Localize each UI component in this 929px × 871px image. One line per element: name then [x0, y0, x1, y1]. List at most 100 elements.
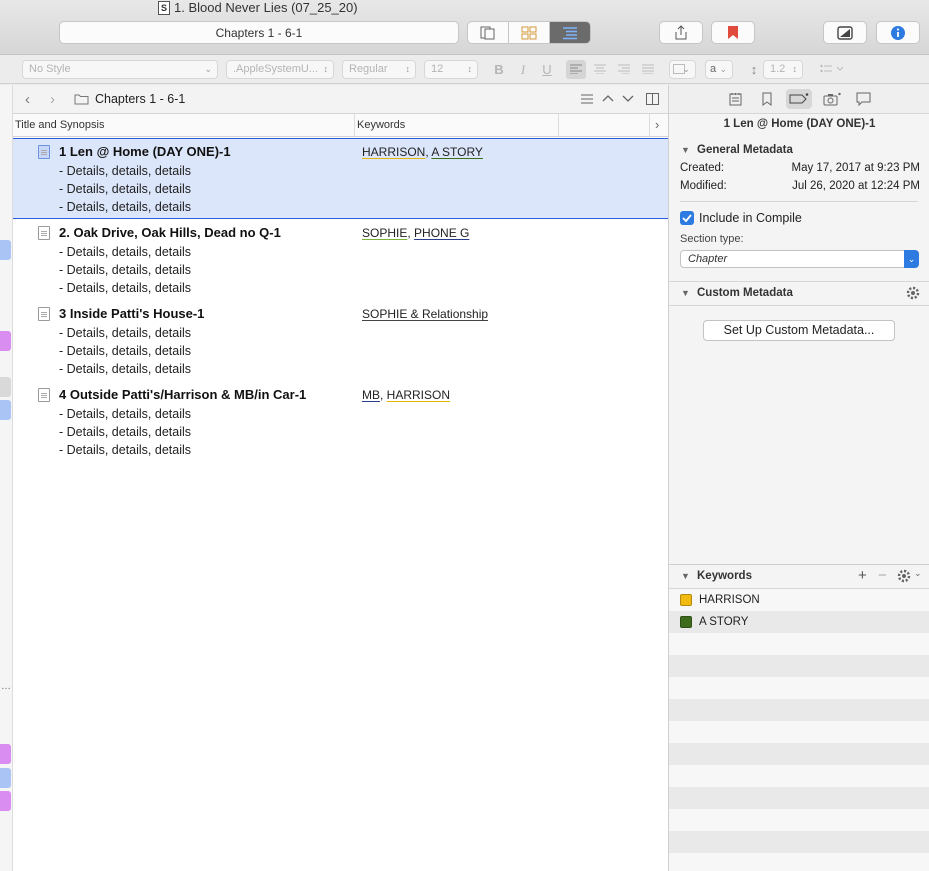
- column-divider[interactable]: [558, 114, 559, 136]
- column-title-synopsis[interactable]: Title and Synopsis: [15, 119, 104, 131]
- font-family-popup[interactable]: .AppleSystemU... ↕: [226, 60, 334, 79]
- italic-button[interactable]: I: [513, 60, 533, 79]
- keyword-tag[interactable]: HARRISON: [387, 388, 450, 402]
- row-keywords: MB, HARRISON: [362, 388, 451, 402]
- keyword-label: A STORY: [699, 616, 749, 628]
- camera-icon: [823, 92, 841, 106]
- tab-snapshots[interactable]: [819, 89, 845, 109]
- row-synopsis-line: - Details, details, details: [59, 443, 192, 457]
- chevron-up-icon[interactable]: [602, 94, 614, 102]
- keywords-header[interactable]: ▼ Keywords + − ⌄: [669, 565, 929, 587]
- align-justify-button[interactable]: [638, 60, 658, 79]
- label-mark: [0, 400, 11, 420]
- menu-icon[interactable]: [581, 94, 593, 104]
- align-center-button[interactable]: [590, 60, 610, 79]
- line-spacing-popup[interactable]: 1.2 ↕: [763, 60, 803, 79]
- label-mark: [0, 377, 11, 397]
- align-left-icon: [570, 64, 582, 75]
- keyword-empty-row: [669, 677, 929, 699]
- font-weight-popup[interactable]: Regular ↕: [342, 60, 416, 79]
- style-popup[interactable]: No Style ⌄: [22, 60, 218, 79]
- chevron-down-icon: ⌄: [719, 64, 727, 74]
- gear-icon[interactable]: [906, 286, 920, 300]
- gear-icon[interactable]: [897, 569, 911, 583]
- editor-header-title[interactable]: Chapters 1 - 6-1: [95, 92, 185, 106]
- keyword-list-item[interactable]: A STORY: [669, 611, 929, 633]
- outliner-editor: ‹ › Chapters 1 - 6-1 Title and Synopsis …: [13, 85, 668, 871]
- window-toolbar: S 1. Blood Never Lies (07_25_20) Chapter…: [0, 0, 929, 55]
- disclosure-triangle-icon[interactable]: ▼: [681, 288, 690, 298]
- custom-metadata-header[interactable]: ▼ Custom Metadata: [669, 283, 929, 305]
- inspector-toggle-button[interactable]: [876, 21, 920, 44]
- keyword-tag[interactable]: HARRISON: [362, 145, 425, 159]
- include-compile-label[interactable]: Include in Compile: [699, 211, 802, 225]
- disclosure-triangle-icon[interactable]: ▼: [681, 571, 690, 581]
- row-title: 1 Len @ Home (DAY ONE)-1: [59, 144, 231, 159]
- chevron-down-icon: ⌄: [682, 64, 690, 74]
- general-metadata-header[interactable]: ▼ General Metadata: [669, 140, 929, 162]
- window-title-text: 1. Blood Never Lies (07_25_20): [174, 0, 358, 15]
- highlight-popup[interactable]: a ⌄: [705, 60, 733, 79]
- list-style-button[interactable]: [818, 60, 846, 79]
- view-mode-segmented[interactable]: [467, 21, 591, 44]
- divider: [669, 305, 929, 306]
- outline-row[interactable]: 1 Len @ Home (DAY ONE)-1 - Details, deta…: [13, 138, 668, 219]
- setup-custom-metadata-button[interactable]: Set Up Custom Metadata...: [703, 320, 895, 341]
- share-button[interactable]: [659, 21, 703, 44]
- tab-bookmarks[interactable]: [754, 89, 780, 109]
- column-keywords[interactable]: Keywords: [357, 119, 405, 131]
- corkboard-icon: [521, 26, 537, 39]
- align-justify-icon: [642, 64, 654, 75]
- keyword-empty-row: [669, 787, 929, 809]
- section-type-select[interactable]: Chapter ⌄: [680, 250, 919, 268]
- line-spacing-value: 1.2: [770, 63, 786, 75]
- font-size-popup[interactable]: 12 ↕: [424, 60, 478, 79]
- text-color-popup[interactable]: ⌄: [669, 60, 696, 79]
- keyword-list-item[interactable]: HARRISON: [669, 589, 929, 611]
- bold-button[interactable]: B: [489, 60, 509, 79]
- keyword-label: HARRISON: [699, 594, 760, 606]
- align-right-button[interactable]: [614, 60, 634, 79]
- include-compile-checkbox[interactable]: [680, 211, 694, 225]
- keywords-heading: Keywords: [697, 570, 752, 582]
- navigation-title-field[interactable]: Chapters 1 - 6-1: [59, 21, 459, 44]
- underline-button[interactable]: U: [537, 60, 557, 79]
- bookmark-button[interactable]: [711, 21, 755, 44]
- highlight-value: a: [710, 63, 717, 75]
- columns-more-icon[interactable]: ›: [655, 117, 659, 132]
- align-left-button[interactable]: [566, 60, 586, 79]
- keyword-tag[interactable]: A STORY: [431, 145, 483, 159]
- keyword-tag[interactable]: SOPHIE: [362, 226, 407, 240]
- outline-row[interactable]: 2. Oak Drive, Oak Hills, Dead no Q-1 - D…: [13, 220, 668, 301]
- forward-arrow-icon[interactable]: ›: [50, 91, 64, 108]
- chevron-down-icon[interactable]: ⌄: [914, 568, 922, 579]
- tab-comments[interactable]: [850, 89, 876, 109]
- row-synopsis-line: - Details, details, details: [59, 362, 192, 376]
- chevron-down-icon: ⌄: [204, 64, 212, 74]
- add-keyword-icon[interactable]: +: [858, 567, 867, 584]
- split-view-icon[interactable]: [646, 93, 659, 105]
- keyword-tag[interactable]: SOPHIE & Relationship: [362, 307, 488, 321]
- scrivenings-view-button[interactable]: [468, 22, 509, 43]
- composition-mode-button[interactable]: [823, 21, 867, 44]
- remove-keyword-icon[interactable]: −: [878, 567, 887, 584]
- tab-metadata[interactable]: [786, 89, 812, 109]
- align-center-icon: [594, 64, 606, 75]
- outliner-view-button[interactable]: [550, 22, 590, 43]
- disclosure-triangle-icon[interactable]: ▼: [681, 145, 690, 155]
- back-arrow-icon[interactable]: ‹: [25, 91, 39, 108]
- column-divider[interactable]: [354, 114, 355, 136]
- outline-row[interactable]: 4 Outside Patti's/Harrison & MB/in Car-1…: [13, 382, 668, 463]
- corkboard-view-button[interactable]: [509, 22, 550, 43]
- updown-icon: ↕: [323, 64, 329, 74]
- bookmark-icon: [762, 92, 772, 106]
- tab-notes[interactable]: [722, 89, 748, 109]
- outline-row[interactable]: 3 Inside Patti's House-1 - Details, deta…: [13, 301, 668, 382]
- created-value: May 17, 2017 at 9:23 PM: [791, 162, 921, 174]
- chevron-down-icon[interactable]: [622, 95, 634, 103]
- keyword-tag[interactable]: MB: [362, 388, 380, 402]
- keyword-empty-row: [669, 721, 929, 743]
- keyword-empty-row: [669, 765, 929, 787]
- keyword-tag[interactable]: PHONE G: [414, 226, 469, 240]
- label-mark: [0, 768, 11, 788]
